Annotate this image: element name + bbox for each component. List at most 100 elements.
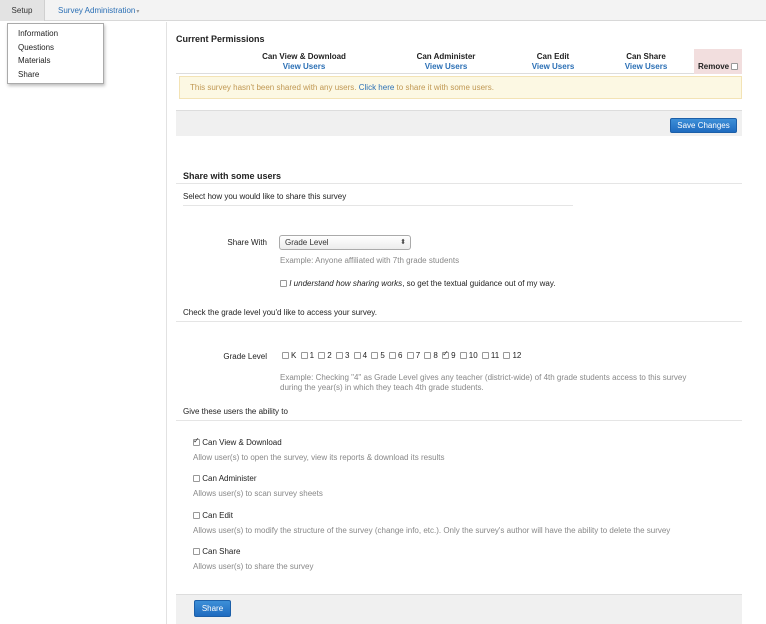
ability-title: Can Share xyxy=(202,547,241,556)
view-users-link[interactable]: View Users xyxy=(520,62,586,72)
edit-checkbox[interactable] xyxy=(193,512,200,519)
grade-checkbox[interactable] xyxy=(481,352,489,359)
understand-checkbox[interactable] xyxy=(280,280,287,287)
perm-col-share: Can Share View Users xyxy=(613,52,679,72)
grade-checkbox[interactable] xyxy=(318,352,326,359)
divider xyxy=(176,420,742,421)
grade-option: 12 xyxy=(503,351,521,360)
grade-label: 1 xyxy=(309,351,315,360)
grade-checkbox[interactable] xyxy=(424,352,432,359)
ability-edit: Can Edit Allows user(s) to modify the st… xyxy=(193,511,670,535)
grade-label: 10 xyxy=(468,351,478,360)
grade-checkbox[interactable] xyxy=(442,349,450,359)
grade-option: 2 xyxy=(318,351,332,360)
grade-level-checkboxes: K 1 2 3 4 5 6 7 8 9 10 11 12 xyxy=(282,349,523,360)
click-here-link[interactable]: Click here xyxy=(359,83,395,92)
grade-label: 11 xyxy=(490,351,500,360)
view-users-link[interactable]: View Users xyxy=(251,62,357,72)
divider xyxy=(176,321,742,322)
share-action-bar: Share xyxy=(176,594,742,624)
grade-option: 11 xyxy=(481,351,500,360)
grade-checkbox[interactable] xyxy=(459,352,467,359)
view-users-link[interactable]: View Users xyxy=(402,62,490,72)
grade-checkbox[interactable] xyxy=(503,352,511,359)
perm-col-header: Can View & Download xyxy=(262,52,346,61)
perm-col-header: Can Edit xyxy=(536,52,570,61)
grade-label: 2 xyxy=(327,351,332,360)
notice-suffix: to share it with some users. xyxy=(396,83,494,92)
not-shared-notice: This survey hasn't been shared with any … xyxy=(179,76,742,99)
ability-view-download: Can View & Download Allow user(s) to ope… xyxy=(193,436,445,462)
grade-option: 3 xyxy=(335,351,350,360)
grade-option: 6 xyxy=(389,351,402,360)
chevron-down-icon: ▾ xyxy=(136,9,140,15)
understand-italic-text: I understand how sharing works xyxy=(289,279,403,288)
remove-label: Remove xyxy=(698,62,730,71)
perm-col-view-download: Can View & Download View Users xyxy=(251,52,357,72)
perm-col-administer: Can Administer View Users xyxy=(402,52,490,72)
sidebar-divider xyxy=(166,22,167,624)
grade-option: 9 xyxy=(442,349,456,360)
menu-item-materials[interactable]: Materials xyxy=(8,54,103,68)
grade-option: 1 xyxy=(300,351,315,360)
ability-share: Can Share Allows user(s) to share the su… xyxy=(193,547,314,571)
permissions-table-header: Can View & Download View Users Can Admin… xyxy=(176,49,742,74)
grade-option: 7 xyxy=(406,351,421,360)
grade-label: 6 xyxy=(398,351,403,360)
grade-checkbox[interactable] xyxy=(406,352,414,359)
ability-desc: Allows user(s) to share the survey xyxy=(193,562,314,571)
view-download-checkbox[interactable] xyxy=(193,436,200,446)
grade-label: 5 xyxy=(380,351,385,360)
share-section-title: Share with some users xyxy=(183,171,282,181)
grade-option: 10 xyxy=(459,351,478,360)
ability-administer: Can Administer Allows user(s) to scan su… xyxy=(193,474,323,498)
share-button[interactable]: Share xyxy=(194,600,231,617)
grade-label: 8 xyxy=(433,351,438,360)
notice-text: This survey hasn't been shared with any … xyxy=(190,83,357,92)
grade-level-label: Grade Level xyxy=(223,352,267,361)
ability-desc: Allows user(s) to modify the structure o… xyxy=(193,526,671,535)
grade-checkbox[interactable] xyxy=(335,352,343,359)
grade-label: 7 xyxy=(415,351,421,360)
menu-item-share[interactable]: Share xyxy=(8,68,103,82)
grade-example-line-1: Example: Checking "4" as Grade Level giv… xyxy=(280,373,687,382)
ability-prompt: Give these users the ability to xyxy=(183,407,288,416)
grade-label: 3 xyxy=(344,351,350,360)
remove-column: Remove xyxy=(694,49,742,74)
share-checkbox[interactable] xyxy=(193,548,200,555)
perm-col-header: Can Share xyxy=(626,52,666,61)
survey-administration-label: Survey Administration xyxy=(58,6,136,15)
grade-checkbox[interactable] xyxy=(371,352,379,359)
grade-checkbox[interactable] xyxy=(353,352,361,359)
ability-title: Can Edit xyxy=(202,511,233,520)
grade-checkbox[interactable] xyxy=(300,352,308,359)
menu-item-questions[interactable]: Questions xyxy=(8,41,103,55)
administer-checkbox[interactable] xyxy=(193,475,200,482)
current-permissions-title: Current Permissions xyxy=(176,34,265,44)
top-nav-bar: Setup Survey Administration▾ xyxy=(0,0,766,21)
share-with-select[interactable]: Grade Level ⬍ xyxy=(279,235,411,250)
survey-administration-tab[interactable]: Survey Administration▾ xyxy=(58,0,139,21)
perm-col-header: Can Administer xyxy=(416,52,476,61)
share-with-label: Share With xyxy=(227,238,267,247)
view-users-link[interactable]: View Users xyxy=(613,62,679,72)
grade-checkbox[interactable] xyxy=(282,352,289,359)
menu-item-information[interactable]: Information xyxy=(8,27,103,41)
grade-prompt: Check the grade level you'd like to acce… xyxy=(183,308,377,317)
remove-all-checkbox[interactable] xyxy=(731,63,739,70)
grade-label: 4 xyxy=(362,351,368,360)
ability-desc: Allows user(s) to scan survey sheets xyxy=(193,489,323,498)
divider xyxy=(183,205,573,206)
understand-row: I understand how sharing works, so get t… xyxy=(280,279,555,288)
grade-checkbox[interactable] xyxy=(389,352,397,359)
grade-example-line-2: during the year(s) in which they teach 4… xyxy=(280,383,484,392)
perm-col-edit: Can Edit View Users xyxy=(520,52,586,72)
divider xyxy=(176,183,742,184)
save-changes-button[interactable]: Save Changes xyxy=(670,118,737,133)
understand-rest-text: , so get the textual guidance out of my … xyxy=(402,279,556,288)
grade-label: 9 xyxy=(451,351,456,360)
permissions-action-bar: Save Changes xyxy=(176,110,742,136)
setup-tab[interactable]: Setup xyxy=(0,0,45,21)
ability-desc: Allow user(s) to open the survey, view i… xyxy=(193,453,445,462)
share-with-value: Grade Level xyxy=(285,238,329,247)
